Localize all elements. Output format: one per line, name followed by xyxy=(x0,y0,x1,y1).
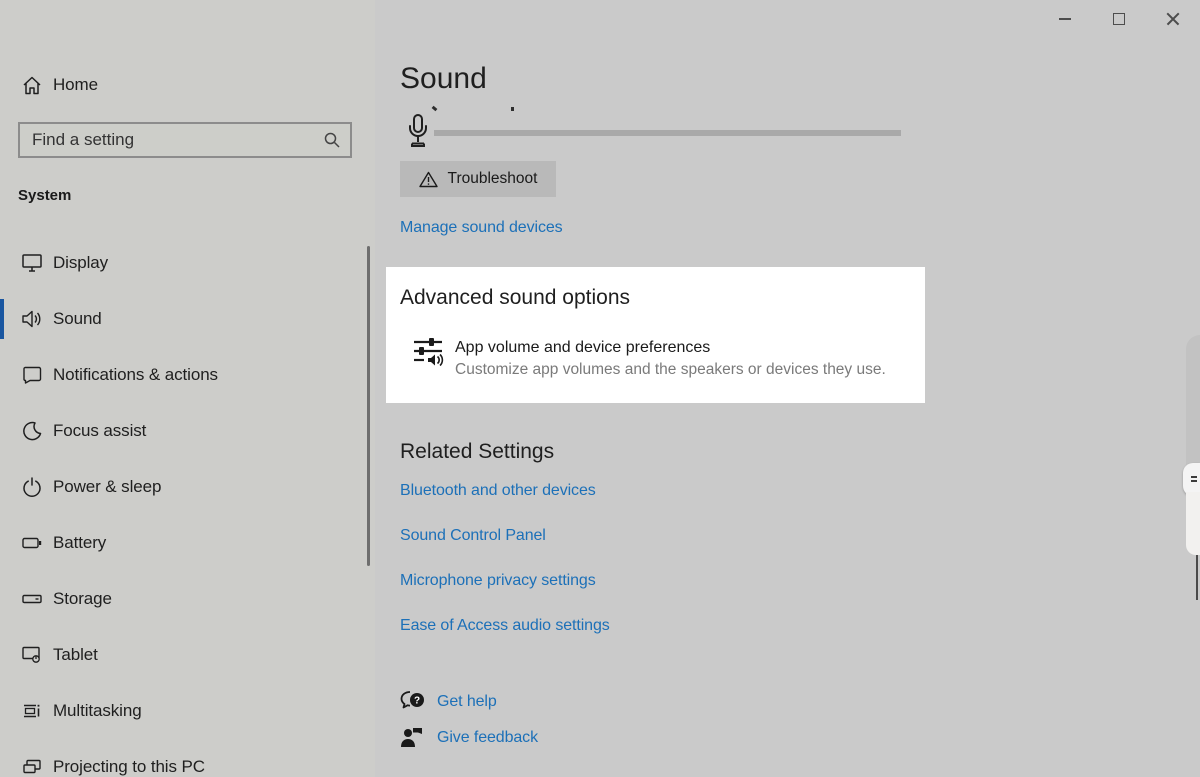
help-bubble-icon: ? xyxy=(400,690,426,713)
clipped-text-remnant xyxy=(432,106,438,112)
sidebar-item-projecting[interactable]: Projecting to this PC xyxy=(0,747,375,777)
edge-flyout-top xyxy=(1186,335,1200,475)
speaker-icon xyxy=(22,299,42,339)
troubleshoot-button[interactable]: Troubleshoot xyxy=(400,161,556,197)
app-volume-mixer-icon xyxy=(412,336,448,368)
related-settings-title: Related Settings xyxy=(400,440,554,464)
feedback-person-icon xyxy=(400,726,424,749)
page-title: Sound xyxy=(400,62,487,96)
warning-icon xyxy=(419,171,438,188)
advanced-sound-options-title: Advanced sound options xyxy=(400,286,630,310)
battery-icon xyxy=(22,523,42,563)
home-icon xyxy=(22,65,42,105)
sidebar-item-label: Home xyxy=(53,75,98,95)
sidebar-item-multitasking[interactable]: Multitasking xyxy=(0,691,375,731)
app-volume-link[interactable]: App volume and device preferences xyxy=(455,339,710,357)
drive-icon xyxy=(22,579,42,619)
microphone-privacy-link[interactable]: Microphone privacy settings xyxy=(400,572,596,590)
sidebar-item-label: Tablet xyxy=(53,645,98,665)
settings-window: Settings Home System Display xyxy=(0,0,1200,777)
sidebar-section-system: System xyxy=(18,187,71,204)
sidebar-item-battery[interactable]: Battery xyxy=(0,523,375,563)
selected-accent-bar xyxy=(0,299,4,339)
grip-dot xyxy=(1191,480,1197,482)
moon-icon xyxy=(22,411,42,451)
sidebar-item-storage[interactable]: Storage xyxy=(0,579,375,619)
sidebar-item-power-sleep[interactable]: Power & sleep xyxy=(0,467,375,507)
get-help-link[interactable]: Get help xyxy=(437,693,497,711)
bluetooth-devices-link[interactable]: Bluetooth and other devices xyxy=(400,482,596,500)
sidebar-item-label: Projecting to this PC xyxy=(53,757,205,777)
sidebar-item-label: Storage xyxy=(53,589,112,609)
sidebar: Home System Display Sound xyxy=(0,0,375,777)
clipped-text-remnant xyxy=(511,107,514,111)
tablet-icon xyxy=(22,635,42,675)
display-icon xyxy=(22,243,42,283)
search-icon[interactable] xyxy=(324,132,340,148)
search-box xyxy=(18,122,352,158)
sidebar-item-label: Display xyxy=(53,253,108,273)
ease-of-access-audio-link[interactable]: Ease of Access audio settings xyxy=(400,617,610,635)
edge-flyout-bottom xyxy=(1186,492,1200,555)
power-icon xyxy=(22,467,42,507)
main-content: Sound Troubleshoot Manage sound devices xyxy=(375,0,1200,777)
sidebar-item-label: Notifications & actions xyxy=(53,365,218,385)
sound-control-panel-link[interactable]: Sound Control Panel xyxy=(400,527,546,545)
edge-flyout-line xyxy=(1196,555,1198,600)
sidebar-item-label: Battery xyxy=(53,533,106,553)
sidebar-item-sound[interactable]: Sound xyxy=(0,299,375,339)
grip-dot xyxy=(1191,476,1197,478)
sidebar-item-label: Sound xyxy=(53,309,102,329)
projecting-icon xyxy=(22,747,42,777)
svg-text:?: ? xyxy=(414,695,420,706)
sidebar-item-focus-assist[interactable]: Focus assist xyxy=(0,411,375,451)
sidebar-item-label: Power & sleep xyxy=(53,477,161,497)
sidebar-scrollbar[interactable] xyxy=(367,246,370,566)
search-input[interactable] xyxy=(32,130,324,150)
sidebar-item-home[interactable]: Home xyxy=(0,65,375,105)
sidebar-item-notifications[interactable]: Notifications & actions xyxy=(0,355,375,395)
troubleshoot-label: Troubleshoot xyxy=(448,170,538,188)
notifications-icon xyxy=(22,355,42,395)
multitasking-icon xyxy=(22,691,42,731)
microphone-icon xyxy=(406,113,430,153)
manage-sound-devices-link[interactable]: Manage sound devices xyxy=(400,219,563,237)
give-feedback-link[interactable]: Give feedback xyxy=(437,729,538,747)
sidebar-item-display[interactable]: Display xyxy=(0,243,375,283)
sidebar-item-tablet[interactable]: Tablet xyxy=(0,635,375,675)
sidebar-item-label: Multitasking xyxy=(53,701,142,721)
sidebar-item-label: Focus assist xyxy=(53,421,146,441)
app-volume-subtitle: Customize app volumes and the speakers o… xyxy=(455,361,886,379)
microphone-level-meter[interactable] xyxy=(434,130,901,136)
